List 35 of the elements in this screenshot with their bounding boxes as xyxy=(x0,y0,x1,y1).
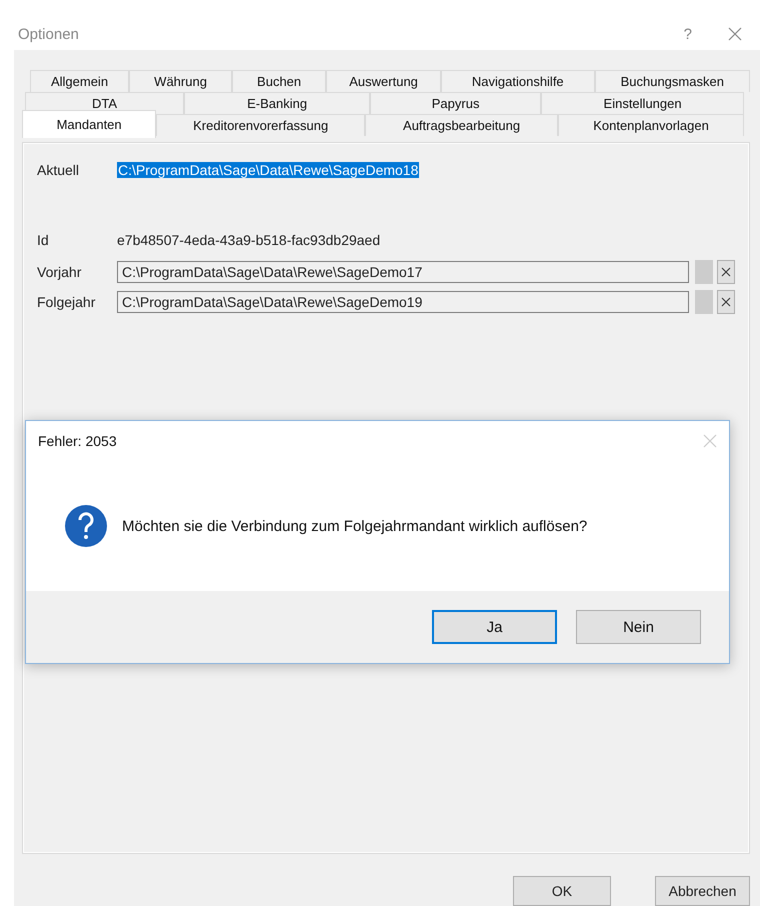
field-label: Aktuell xyxy=(37,162,80,178)
tab[interactable]: E-Banking xyxy=(184,92,370,114)
clear-button[interactable] xyxy=(717,260,735,284)
tab[interactable]: Buchungsmasken xyxy=(594,70,750,92)
tab[interactable]: Kreditorenvorerfassung xyxy=(156,114,366,136)
tab[interactable]: Währung xyxy=(129,70,232,92)
tab[interactable]: Mandanten xyxy=(22,110,156,138)
dialog-message: Möchten sie die Verbindung zum Folgejahrmandant wirklich auflösen? xyxy=(122,518,588,534)
tab[interactable]: Allgemein xyxy=(30,70,130,92)
tab[interactable]: Papyrus xyxy=(370,92,542,114)
path-field[interactable]: C:\ProgramData\Sage\Data\Rewe\SageDemo17 xyxy=(117,261,689,283)
field-label: Id xyxy=(37,232,50,248)
question-icon xyxy=(64,504,108,548)
field-label: Vorjahr xyxy=(37,264,82,280)
field-label: Folgejahr xyxy=(37,294,96,310)
close-icon xyxy=(721,297,731,307)
id-value: e7b48507-4eda-43a9-b518-fac93db29aed xyxy=(117,232,380,248)
close-icon[interactable] xyxy=(728,27,742,41)
path-field[interactable]: C:\ProgramData\Sage\Data\Rewe\SageDemo19 xyxy=(117,291,689,313)
tab[interactable]: Auswertung xyxy=(326,70,442,92)
clear-button[interactable] xyxy=(717,290,735,314)
tab[interactable]: Einstellungen xyxy=(541,92,744,114)
dialog-button[interactable]: Abbrechen xyxy=(655,876,750,906)
tab[interactable]: Buchen xyxy=(232,70,326,92)
tab[interactable]: Auftragsbearbeitung xyxy=(365,114,558,136)
close-icon xyxy=(721,267,731,277)
dialog-title: Fehler: 2053 xyxy=(38,433,117,449)
window-title: Optionen xyxy=(18,26,80,42)
dialog-button[interactable]: Ja xyxy=(432,610,557,644)
tab[interactable]: Navigationshilfe xyxy=(441,70,595,92)
path-text: C:\ProgramData\Sage\Data\Rewe\SageDemo18 xyxy=(117,162,420,178)
help-button[interactable]: ? xyxy=(684,26,692,42)
tab[interactable]: Kontenplanvorlagen xyxy=(558,114,744,136)
dialog-button[interactable]: OK xyxy=(513,876,611,906)
dialog-button[interactable]: Nein xyxy=(576,610,701,644)
